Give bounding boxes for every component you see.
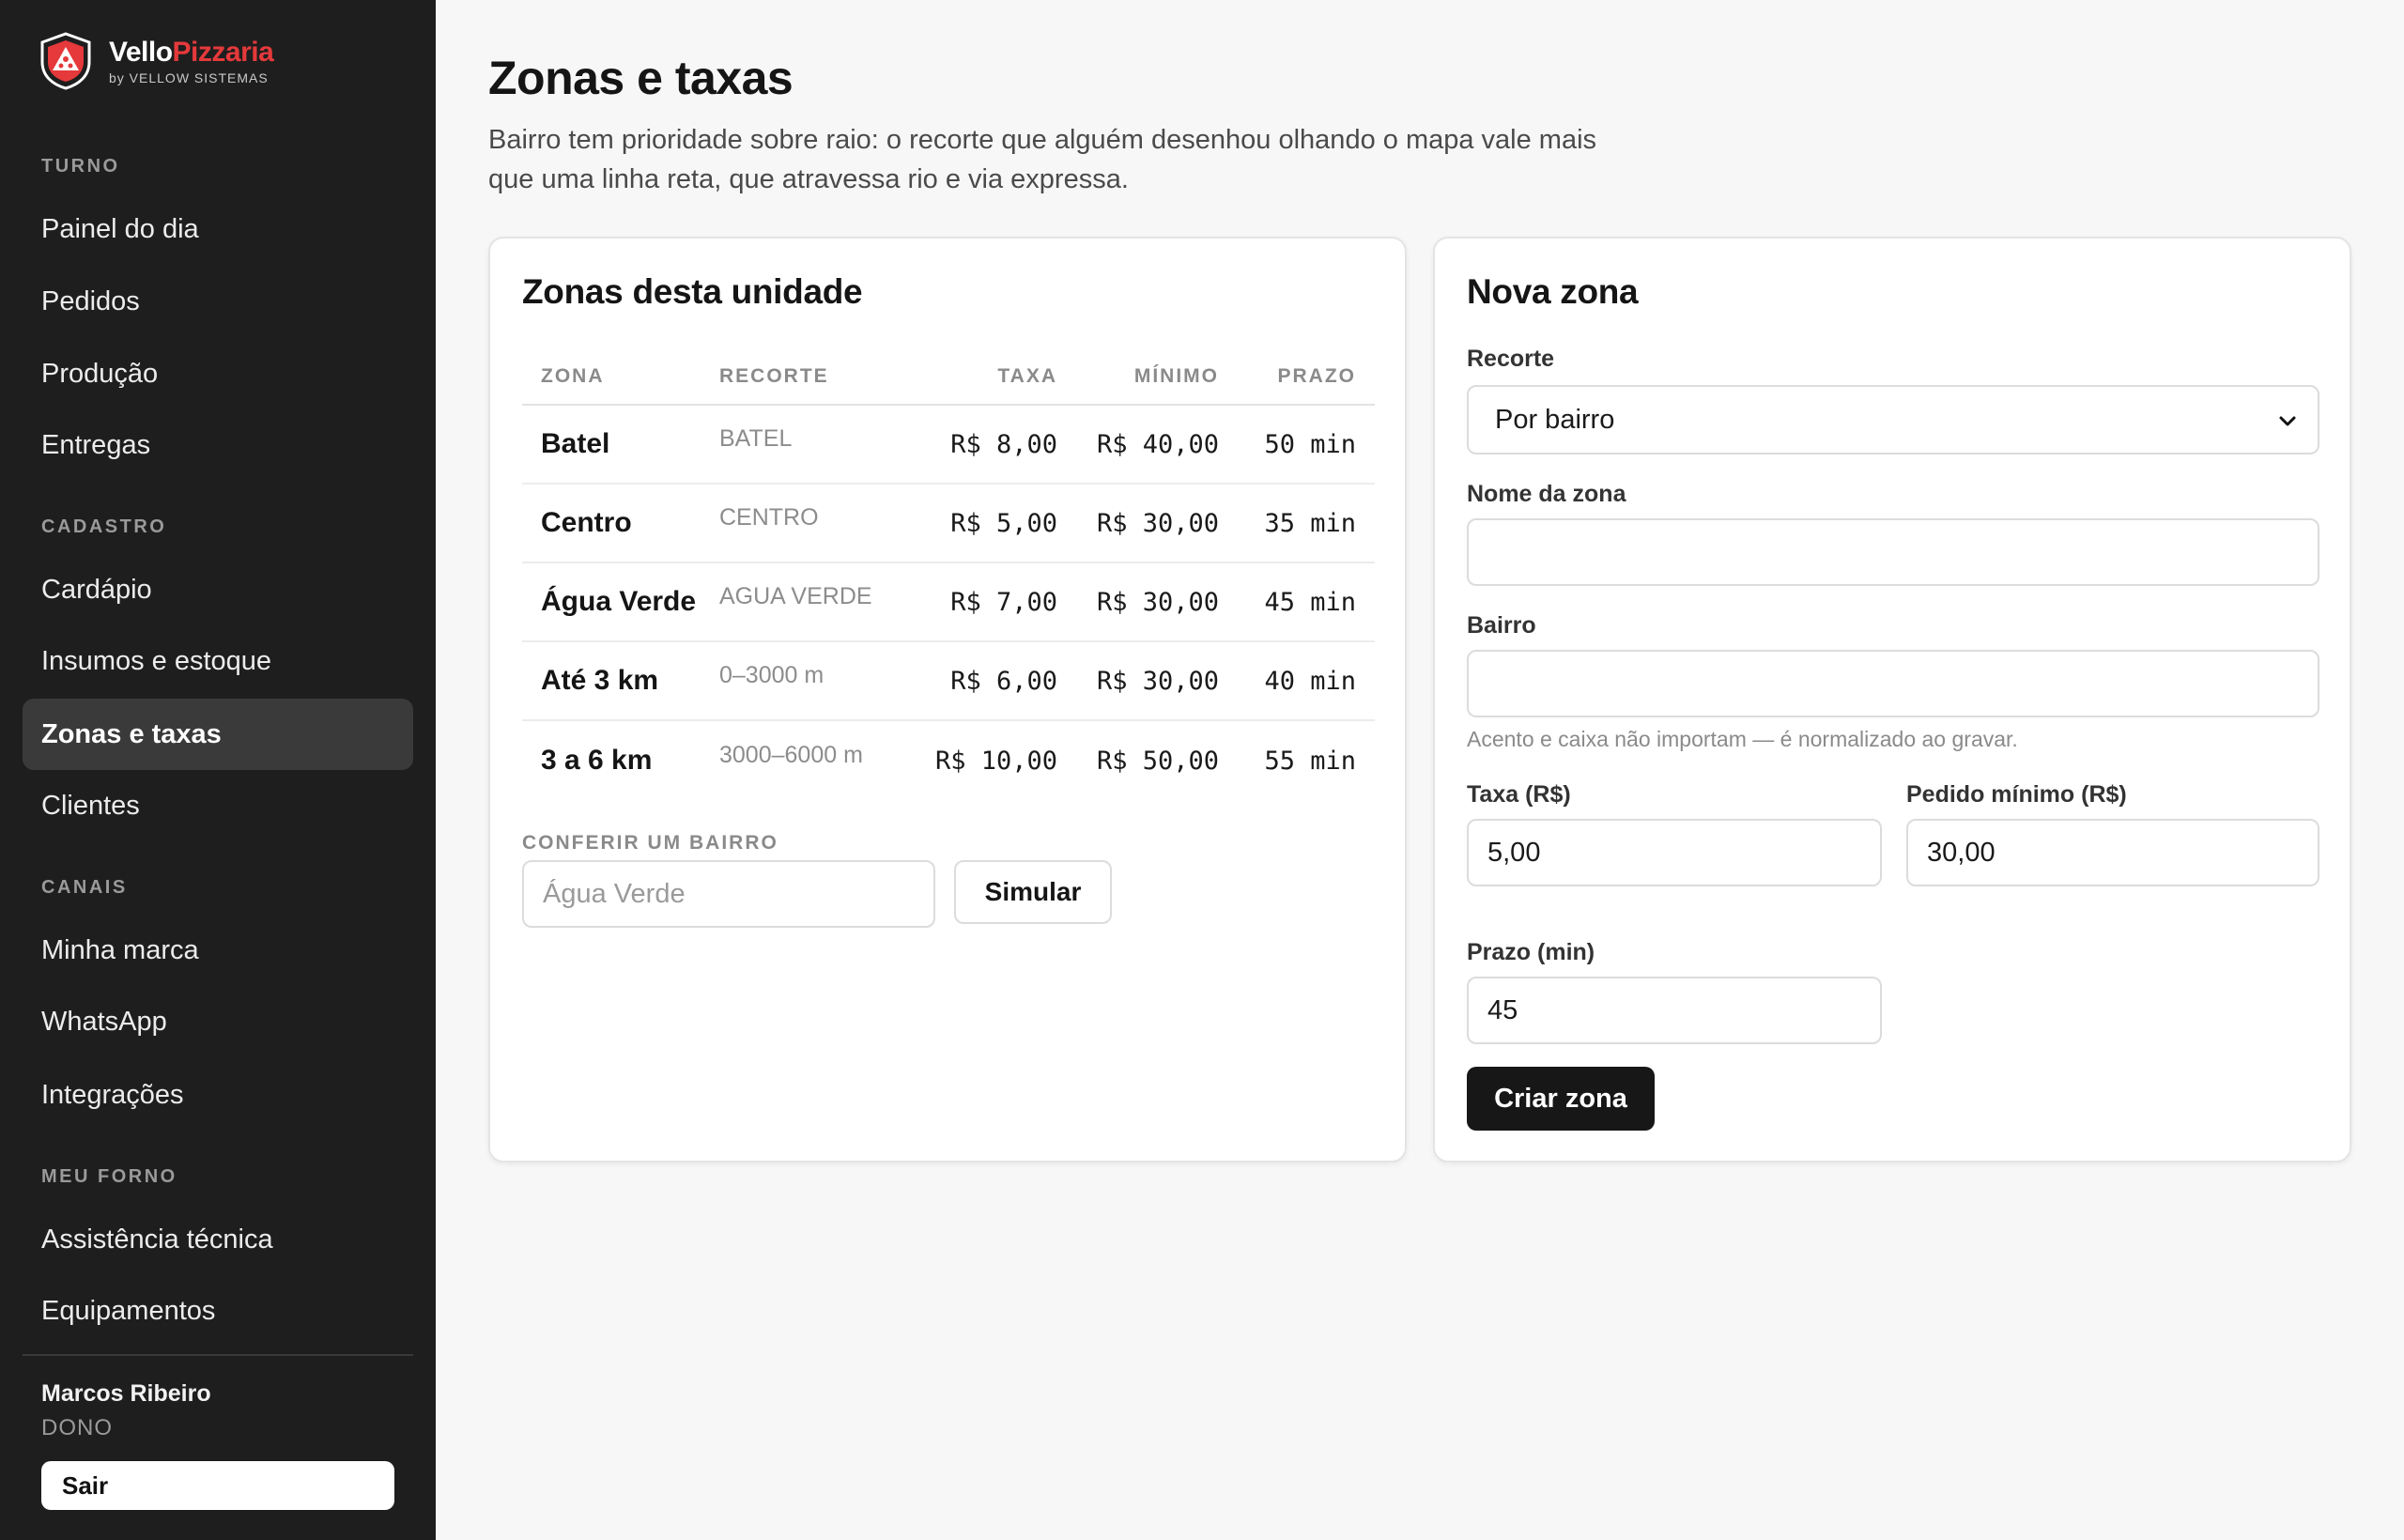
- brand-name-part1: Vello: [109, 37, 173, 68]
- sidebar-item-equipamentos[interactable]: Equipamentos: [23, 1275, 413, 1347]
- table-row: Centro CENTRO R$ 5,00 R$ 30,00 35 min: [522, 485, 1375, 563]
- sidebar-item-minha-marca[interactable]: Minha marca: [23, 915, 413, 986]
- create-zone-button[interactable]: Criar zona: [1467, 1067, 1655, 1131]
- brand-name-part2: Pizzaria: [172, 37, 274, 68]
- check-district-label: CONFERIR UM BAIRRO: [522, 832, 778, 854]
- cell-due: 50 min: [1264, 429, 1356, 459]
- table-header: ZONA RECORTE TAXA MÍNIMO PRAZO: [522, 349, 1375, 406]
- cell-zone: Batel: [541, 428, 610, 459]
- table-row: 3 a 6 km 3000–6000 m R$ 10,00 R$ 50,00 5…: [522, 721, 1375, 800]
- sidebar-item-zonas-e-taxas[interactable]: Zonas e taxas: [23, 699, 413, 770]
- cell-zone: 3 a 6 km: [541, 745, 653, 776]
- logout-button[interactable]: Sair: [41, 1461, 394, 1510]
- cell-minimum: R$ 30,00: [1096, 508, 1219, 538]
- cell-fee: R$ 6,00: [950, 666, 1057, 696]
- cell-cut: 3000–6000 m: [719, 741, 863, 768]
- cell-cut: AGUA VERDE: [719, 582, 872, 609]
- cell-due: 55 min: [1264, 746, 1356, 776]
- cell-minimum: R$ 40,00: [1096, 429, 1219, 459]
- chevron-down-icon: [2279, 416, 2296, 426]
- user-name: Marcos Ribeiro: [41, 1380, 211, 1407]
- zones-card-title: Zonas desta unidade: [522, 272, 863, 311]
- zone-name-input[interactable]: [1467, 518, 2319, 586]
- cell-cut: BATEL: [719, 424, 793, 452]
- simulate-button[interactable]: Simular: [954, 860, 1112, 924]
- cell-due: 45 min: [1264, 587, 1356, 617]
- brand: VelloPizzaria by VELLOW SISTEMAS: [39, 32, 274, 90]
- due-time-label: Prazo (min): [1467, 939, 1595, 965]
- cell-due: 35 min: [1264, 508, 1356, 538]
- sidebar-item-producao[interactable]: Produção: [23, 338, 413, 409]
- cell-fee: R$ 8,00: [950, 429, 1057, 459]
- cell-minimum: R$ 30,00: [1096, 587, 1219, 617]
- table-row: Até 3 km 0–3000 m R$ 6,00 R$ 30,00 40 mi…: [522, 642, 1375, 721]
- sidebar-item-integracoes[interactable]: Integrações: [23, 1059, 413, 1131]
- cell-cut: CENTRO: [719, 503, 819, 531]
- table-row: Batel BATEL R$ 8,00 R$ 40,00 50 min: [522, 406, 1375, 485]
- minimum-order-label: Pedido mínimo (R$): [1906, 781, 2127, 808]
- new-zone-card: Nova zona Recorte Por bairro Nome da zon…: [1433, 237, 2351, 1163]
- user-role: DONO: [41, 1415, 113, 1440]
- sidebar-item-entregas[interactable]: Entregas: [23, 409, 413, 481]
- fee-label: Taxa (R$): [1467, 781, 1571, 808]
- cell-fee: R$ 7,00: [950, 587, 1057, 617]
- col-header-minimo: MÍNIMO: [1133, 365, 1219, 387]
- cut-type-value: Por bairro: [1495, 404, 1615, 435]
- brand-subtitle: by VELLOW SISTEMAS: [109, 70, 269, 85]
- cell-minimum: R$ 30,00: [1096, 666, 1219, 696]
- col-header-zona: ZONA: [541, 365, 605, 387]
- minimum-order-input[interactable]: [1906, 819, 2319, 886]
- fee-input[interactable]: [1467, 819, 1882, 886]
- cell-fee: R$ 10,00: [934, 746, 1057, 776]
- cut-type-select[interactable]: Por bairro: [1467, 385, 2319, 454]
- new-zone-card-title: Nova zona: [1467, 272, 1639, 311]
- nav-section-cadastro: CADASTRO: [41, 516, 167, 537]
- district-hint: Acento e caixa não importam — é normaliz…: [1467, 727, 2018, 751]
- sidebar-item-pedidos[interactable]: Pedidos: [23, 266, 413, 337]
- nav-section-canais: CANAIS: [41, 877, 128, 898]
- table-row: Água Verde AGUA VERDE R$ 7,00 R$ 30,00 4…: [522, 563, 1375, 642]
- sidebar-divider: [23, 1354, 413, 1356]
- district-label: Bairro: [1467, 612, 1536, 639]
- sidebar-item-painel-do-dia[interactable]: Painel do dia: [23, 193, 413, 265]
- col-header-prazo: PRAZO: [1277, 365, 1356, 387]
- cell-zone: Centro: [541, 507, 632, 538]
- page-title: Zonas e taxas: [488, 52, 794, 104]
- zone-name-label: Nome da zona: [1467, 481, 1626, 507]
- sidebar-item-assistencia-tecnica[interactable]: Assistência técnica: [23, 1204, 413, 1275]
- col-header-recorte: RECORTE: [719, 365, 829, 387]
- cut-type-label: Recorte: [1467, 346, 1555, 372]
- zones-card: Zonas desta unidade ZONA RECORTE TAXA MÍ…: [488, 237, 1407, 1163]
- sidebar: VelloPizzaria by VELLOW SISTEMAS TURNO P…: [0, 0, 436, 1540]
- cell-minimum: R$ 50,00: [1096, 746, 1219, 776]
- due-time-input[interactable]: [1467, 977, 1882, 1044]
- sidebar-item-clientes[interactable]: Clientes: [23, 770, 413, 841]
- sidebar-item-cardapio[interactable]: Cardápio: [23, 554, 413, 625]
- zones-table: ZONA RECORTE TAXA MÍNIMO PRAZO Batel BAT…: [522, 349, 1375, 800]
- sidebar-item-whatsapp[interactable]: WhatsApp: [23, 986, 413, 1057]
- nav-section-turno: TURNO: [41, 156, 120, 177]
- cell-fee: R$ 5,00: [950, 508, 1057, 538]
- page-description: Bairro tem prioridade sobre raio: o reco…: [488, 125, 1597, 194]
- sidebar-item-insumos-e-estoque[interactable]: Insumos e estoque: [23, 625, 413, 697]
- col-header-taxa: TAXA: [997, 365, 1057, 387]
- nav-section-meu-forno: MEU FORNO: [41, 1166, 177, 1187]
- cell-due: 40 min: [1264, 666, 1356, 696]
- check-district-input[interactable]: [522, 860, 935, 928]
- district-input[interactable]: [1467, 650, 2319, 717]
- cell-zone: Água Verde: [541, 586, 697, 617]
- cell-cut: 0–3000 m: [719, 661, 824, 688]
- pizza-shield-logo-icon: [40, 32, 91, 90]
- cell-zone: Até 3 km: [541, 665, 659, 696]
